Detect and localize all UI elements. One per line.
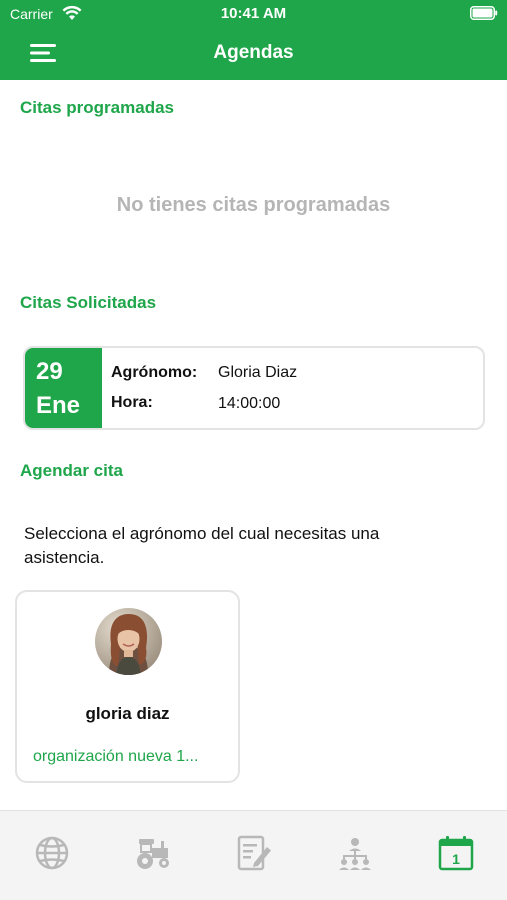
tab-network[interactable] — [335, 833, 375, 873]
appointment-day: 29 — [36, 358, 63, 385]
globe-icon — [35, 836, 69, 870]
hamburger-menu-icon[interactable] — [28, 42, 60, 64]
tab-calendar[interactable]: 1 — [436, 833, 476, 873]
calendar-icon: 1 — [438, 836, 474, 871]
network-icon — [339, 838, 371, 870]
avatar — [95, 608, 162, 675]
appointment-date-box: 29 Ene — [25, 348, 102, 428]
empty-state-message: No tienes citas programadas — [116, 194, 391, 216]
appointment-card[interactable]: 29 Ene Agrónomo: Gloria Diaz Hora: 14:00… — [23, 346, 485, 430]
app-header: Carrier 10:41 AM Agendas — [0, 0, 507, 80]
schedule-section-title: Agendar cita — [20, 461, 123, 480]
schedule-instructions: Selecciona el agrónomo del cual necesita… — [24, 524, 380, 567]
nav-bar: Agendas — [0, 28, 507, 80]
calendar-badge: 1 — [452, 851, 460, 867]
tab-edit[interactable] — [234, 833, 274, 873]
agronomist-organization: organización nueva 1... — [33, 748, 199, 765]
time-label: Hora: — [111, 394, 153, 411]
tab-globe[interactable] — [32, 833, 72, 873]
status-bar: Carrier 10:41 AM — [0, 0, 507, 28]
agronomist-value: Gloria Diaz — [218, 364, 298, 381]
scheduled-section-title: Citas programadas — [20, 98, 174, 117]
agronomist-name: gloria diaz — [85, 704, 170, 723]
tractor-icon — [137, 839, 169, 869]
page-title: Agendas — [213, 42, 294, 63]
battery-icon — [470, 6, 498, 20]
edit-document-icon — [237, 835, 271, 871]
tab-tractor[interactable] — [133, 833, 173, 873]
appointment-month: Ene — [36, 392, 81, 419]
agronomist-card[interactable]: gloria diaz organización nueva 1... — [15, 590, 240, 783]
requested-section-title: Citas Solicitadas — [20, 293, 157, 312]
agronomist-label: Agrónomo: — [111, 364, 198, 381]
status-time: 10:41 AM — [220, 5, 287, 22]
tab-bar: 1 — [0, 810, 507, 900]
time-value: 14:00:00 — [218, 395, 281, 412]
